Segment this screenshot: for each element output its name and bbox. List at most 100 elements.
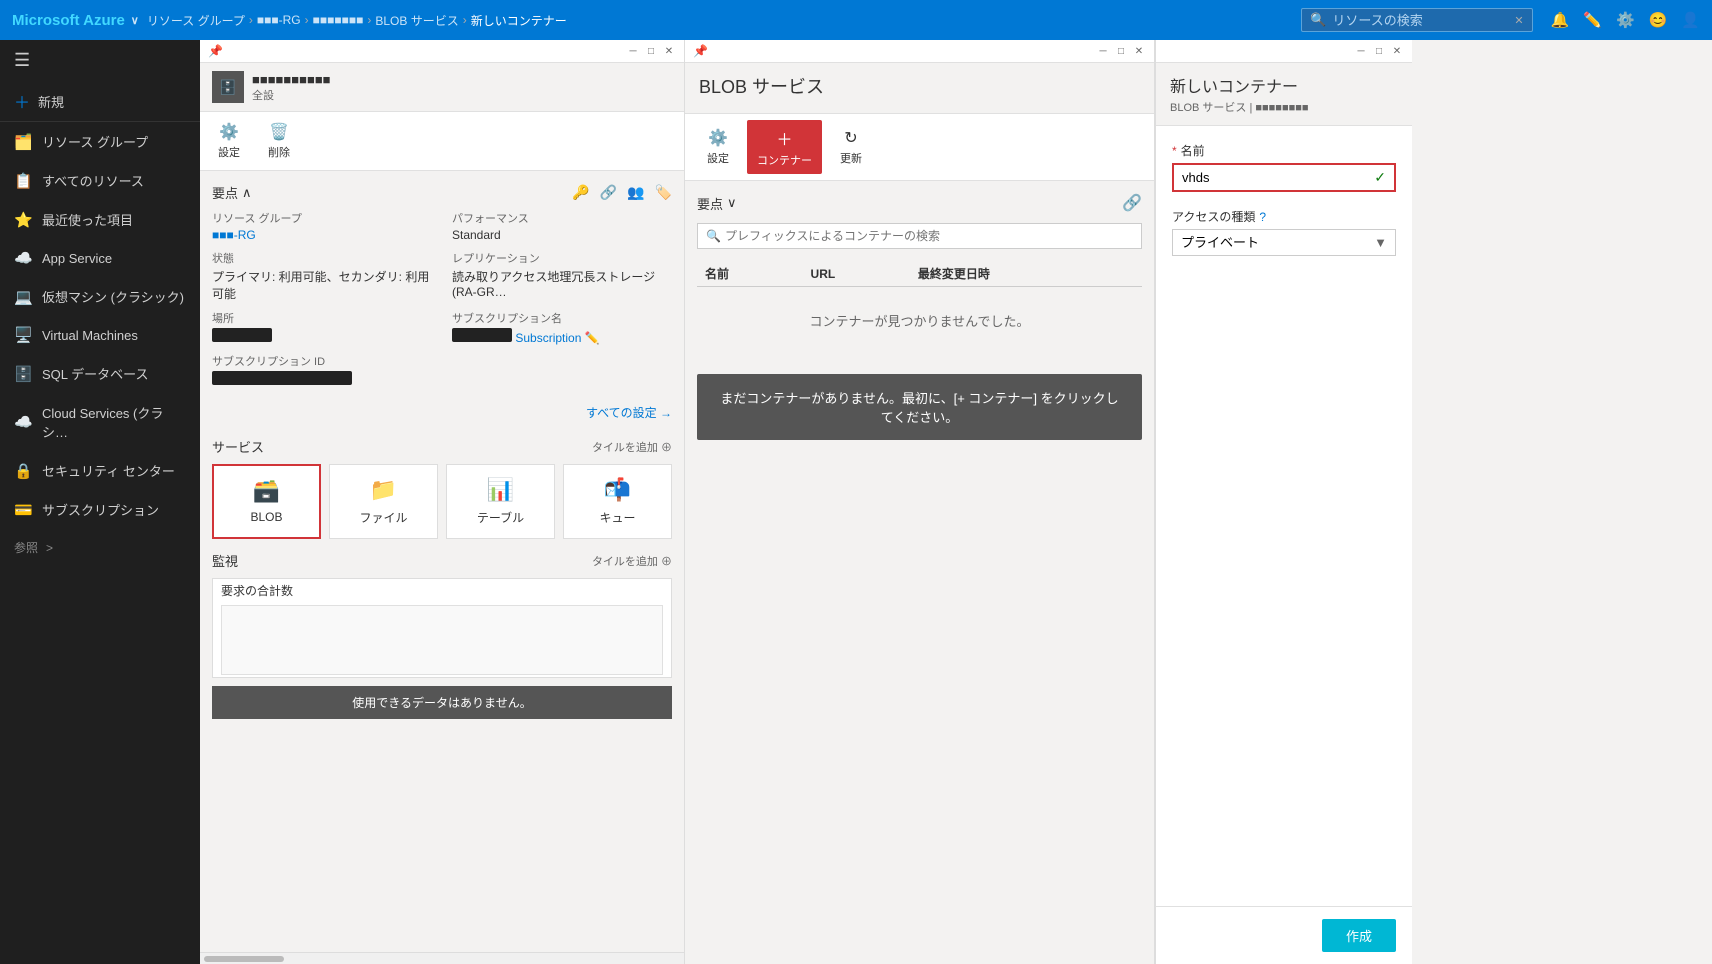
breadcrumb-sep-4: › bbox=[463, 13, 467, 27]
brand-logo[interactable]: Microsoft Azure ∨ bbox=[12, 12, 139, 29]
sidebar-item-recent[interactable]: ⭐ 最近使った項目 bbox=[0, 200, 200, 239]
add-tile-monitoring[interactable]: タイルを追加 ⊕ bbox=[592, 553, 672, 569]
blob-tile[interactable]: 🗃️ BLOB bbox=[212, 464, 321, 539]
col-url: URL bbox=[803, 261, 910, 287]
table-tile[interactable]: 📊 テーブル bbox=[446, 464, 555, 539]
container-search-input[interactable] bbox=[725, 229, 1133, 243]
resource-group-value[interactable]: ■■■-RG bbox=[212, 228, 432, 242]
edit-subscription-icon[interactable]: ✏️ bbox=[585, 331, 600, 345]
blob-settings-button[interactable]: ⚙️ 設定 bbox=[697, 122, 739, 172]
access-type-select[interactable]: プライベート BLOB コンテナー bbox=[1173, 230, 1366, 255]
panel1-horizontal-scroll[interactable] bbox=[200, 952, 684, 964]
close-p2[interactable]: ✕ bbox=[1132, 44, 1146, 58]
hamburger-menu[interactable]: ☰ bbox=[0, 40, 200, 81]
sidebar-label-security: セキュリティ センター bbox=[42, 461, 175, 480]
sidebar-item-vm-classic[interactable]: 💻 仮想マシン (クラシック) bbox=[0, 277, 200, 316]
global-search[interactable]: 🔍 ✕ bbox=[1301, 8, 1532, 32]
access-info-icon[interactable]: ? bbox=[1259, 210, 1266, 224]
location-field: 場所 bbox=[212, 310, 432, 345]
delete-button-p1[interactable]: 🗑️ 削除 bbox=[262, 118, 296, 164]
sidebar-label-virtual-machines: Virtual Machines bbox=[42, 328, 138, 343]
container-name-input[interactable] bbox=[1174, 165, 1366, 190]
container-search-box[interactable]: 🔍 bbox=[697, 223, 1142, 249]
close-search-icon[interactable]: ✕ bbox=[1514, 14, 1523, 27]
sidebar-item-subscriptions[interactable]: 💳 サブスクリプション bbox=[0, 490, 200, 529]
blob-essentials-toggle[interactable]: 要点 ∨ bbox=[697, 194, 737, 213]
subscription-id-label: サブスクリプション ID bbox=[212, 353, 432, 369]
brand-chevron[interactable]: ∨ bbox=[131, 14, 139, 27]
sidebar-item-all-resources[interactable]: 📋 すべてのリソース bbox=[0, 161, 200, 200]
tag-icon[interactable]: 🏷️ bbox=[655, 184, 672, 201]
sidebar-item-cloud-services[interactable]: ☁️ Cloud Services (クラシ… bbox=[0, 393, 200, 451]
status-value: プライマリ: 利用可能、セカンダリ: 利用可能 bbox=[212, 268, 432, 302]
notification-icon[interactable]: 🔔 bbox=[1551, 11, 1570, 29]
breadcrumb-item-4[interactable]: BLOB サービス bbox=[375, 12, 458, 29]
new-label: 新規 bbox=[38, 92, 64, 111]
sidebar-item-security[interactable]: 🔒 セキュリティ センター bbox=[0, 451, 200, 490]
performance-label: パフォーマンス bbox=[452, 210, 672, 226]
refresh-button[interactable]: ↻ 更新 bbox=[830, 122, 872, 172]
close-p1[interactable]: ✕ bbox=[662, 44, 676, 58]
top-nav: Microsoft Azure ∨ リソース グループ › ■■■-RG › ■… bbox=[0, 0, 1712, 40]
table-tile-label: テーブル bbox=[477, 509, 524, 526]
breadcrumb-item-3[interactable]: ■■■■■■■ bbox=[313, 13, 364, 27]
no-container-row: コンテナーが見つかりませんでした。 bbox=[697, 287, 1142, 355]
sidebar-item-resource-groups[interactable]: 🗂️ リソース グループ bbox=[0, 122, 200, 161]
essentials-chevron[interactable]: ∧ bbox=[242, 185, 252, 201]
close-p3[interactable]: ✕ bbox=[1390, 44, 1404, 58]
account-icon[interactable]: 👤 bbox=[1681, 11, 1700, 29]
sidebar-label-subscriptions: サブスクリプション bbox=[42, 500, 159, 519]
subscription-name-value: Subscription ✏️ bbox=[452, 328, 672, 345]
add-tile-services[interactable]: タイルを追加 ⊕ bbox=[592, 439, 672, 455]
users-icon[interactable]: 👥 bbox=[627, 184, 644, 201]
access-field-group: アクセスの種類 ? プライベート BLOB コンテナー ▼ bbox=[1172, 208, 1396, 256]
search-container-row: 🔍 bbox=[697, 223, 1142, 249]
sidebar-item-virtual-machines[interactable]: 🖥️ Virtual Machines bbox=[0, 316, 200, 354]
file-tile[interactable]: 📁 ファイル bbox=[329, 464, 438, 539]
services-section: サービス タイルを追加 ⊕ 🗃️ BLOB 📁 ファイル 📊 テーブル bbox=[212, 437, 672, 539]
name-input-wrapper: ✓ bbox=[1172, 163, 1396, 192]
delete-icon-p1: 🗑️ bbox=[269, 122, 289, 142]
minimize-p1[interactable]: ─ bbox=[626, 44, 640, 58]
panel1-scroll-thumb[interactable] bbox=[204, 956, 284, 962]
maximize-p1[interactable]: □ bbox=[644, 44, 658, 58]
add-container-button[interactable]: ＋ コンテナー bbox=[747, 120, 822, 174]
pin-icon-p1[interactable]: 📌 bbox=[208, 44, 223, 58]
table-header-row: 名前 URL 最終変更日時 bbox=[697, 261, 1142, 287]
chart-container: 要求の合計数 bbox=[213, 574, 671, 683]
replication-field: レプリケーション 読み取りアクセス地理冗長ストレージ (RA-GR… bbox=[452, 250, 672, 302]
all-settings-link[interactable]: すべての設定 → bbox=[212, 404, 672, 421]
pin-icon-p2[interactable]: 📌 bbox=[693, 44, 708, 58]
minimize-p3[interactable]: ─ bbox=[1354, 44, 1368, 58]
new-button[interactable]: ＋ 新規 bbox=[0, 81, 200, 122]
edit-icon[interactable]: ✏️ bbox=[1583, 11, 1602, 29]
share-icon[interactable]: 🔗 bbox=[600, 184, 617, 201]
sidebar-item-app-service[interactable]: ☁️ App Service bbox=[0, 239, 200, 277]
monitoring-title: 監視 bbox=[212, 551, 238, 570]
smiley-icon[interactable]: 😊 bbox=[1649, 11, 1668, 29]
no-data-button[interactable]: 使用できるデータはありません。 bbox=[212, 686, 672, 719]
table-tile-icon: 📊 bbox=[487, 477, 514, 503]
search-input[interactable] bbox=[1332, 13, 1508, 28]
sql-icon: 🗄️ bbox=[14, 365, 32, 383]
maximize-p3[interactable]: □ bbox=[1372, 44, 1386, 58]
empty-state-bar: まだコンテナーがありません。最初に、[+ コンテナー] をクリックしてください。 bbox=[697, 374, 1142, 440]
essentials-grid: リソース グループ ■■■-RG パフォーマンス Standard 状態 プライ… bbox=[212, 210, 672, 388]
minimize-p2[interactable]: ─ bbox=[1096, 44, 1110, 58]
settings-icon[interactable]: ⚙️ bbox=[1616, 11, 1635, 29]
panel3-top-bar: ─ □ ✕ bbox=[1156, 40, 1412, 63]
sidebar-reference[interactable]: 参照 > bbox=[0, 529, 200, 566]
panel2-win-controls: ─ □ ✕ bbox=[1096, 44, 1146, 58]
maximize-p2[interactable]: □ bbox=[1114, 44, 1128, 58]
blob-share-icon[interactable]: 🔗 bbox=[1122, 193, 1142, 213]
queue-tile[interactable]: 📬 キュー bbox=[563, 464, 672, 539]
subscription-link[interactable]: Subscription bbox=[515, 331, 581, 345]
queue-tile-icon: 📬 bbox=[604, 477, 631, 503]
sidebar-item-sql[interactable]: 🗄️ SQL データベース bbox=[0, 354, 200, 393]
key-icon[interactable]: 🔑 bbox=[572, 184, 589, 201]
breadcrumb-item-2[interactable]: ■■■-RG bbox=[257, 13, 301, 27]
create-button[interactable]: 作成 bbox=[1322, 919, 1396, 952]
breadcrumb-item-1[interactable]: リソース グループ bbox=[147, 12, 245, 29]
settings-button-p1[interactable]: ⚙️ 設定 bbox=[212, 118, 246, 164]
panel1-toolbar: ⚙️ 設定 🗑️ 削除 bbox=[200, 112, 684, 171]
